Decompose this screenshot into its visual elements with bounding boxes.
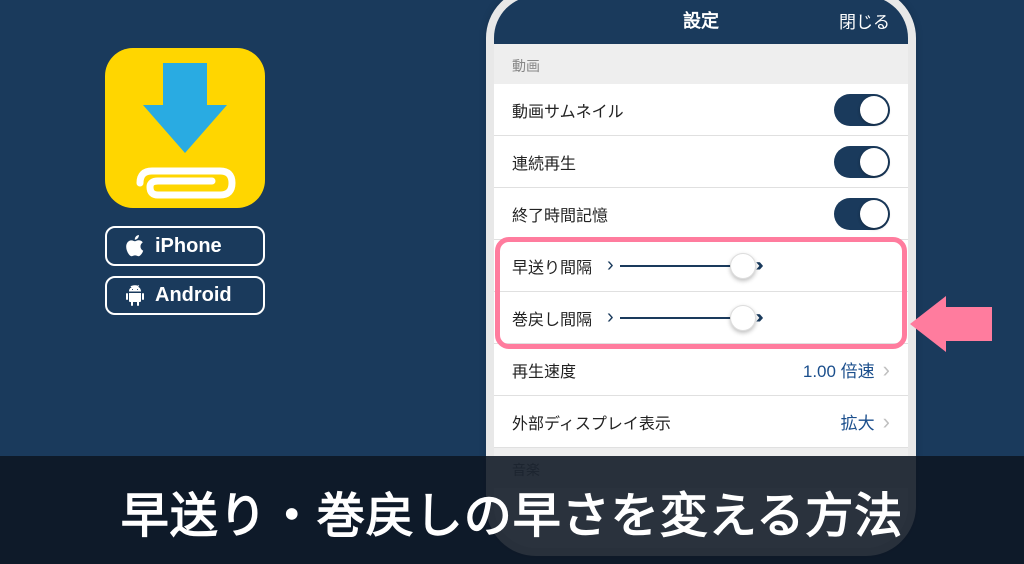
nav-title: 設定 <box>683 7 719 33</box>
iphone-badge: iPhone <box>105 226 265 266</box>
endtime-toggle[interactable] <box>834 198 890 230</box>
row-ff-interval[interactable]: 早送り間隔 › ››› <box>494 240 908 292</box>
paperclip-icon <box>130 165 240 201</box>
title-banner: 早送り・巻戻しの早さを変える方法 <box>0 456 1024 564</box>
row-rw-interval[interactable]: 巻戻し間隔 › ››› <box>494 292 908 344</box>
row-endtime[interactable]: 終了時間記憶 <box>494 188 908 240</box>
left-info: iPhone Android <box>105 48 265 315</box>
row-thumbnail[interactable]: 動画サムネイル <box>494 84 908 136</box>
callout-arrow-icon <box>910 296 992 352</box>
row-playback-speed[interactable]: 再生速度 1.00 倍速 › <box>494 344 908 396</box>
slider-knob[interactable] <box>730 305 756 331</box>
android-label: Android <box>155 284 232 307</box>
download-arrow-icon <box>143 105 227 153</box>
ff-slider[interactable] <box>620 265 750 267</box>
rw-label: 巻戻し間隔 <box>512 306 607 330</box>
chevron-triple-icon: ››› <box>756 307 759 328</box>
nav-header: 設定 閉じる <box>494 0 908 44</box>
chevron-right-icon: › <box>883 409 890 435</box>
row-ext-display[interactable]: 外部ディスプレイ表示 拡大 › <box>494 396 908 448</box>
app-icon <box>105 48 265 208</box>
iphone-label: iPhone <box>155 235 222 258</box>
speed-label: 再生速度 <box>512 358 803 382</box>
continuous-toggle[interactable] <box>834 146 890 178</box>
thumbnail-toggle[interactable] <box>834 94 890 126</box>
android-badge: Android <box>105 276 265 315</box>
close-button[interactable]: 閉じる <box>839 8 890 33</box>
speed-value: 1.00 倍速 <box>803 357 875 382</box>
ext-display-label: 外部ディスプレイ表示 <box>512 410 841 434</box>
thumbnail-label: 動画サムネイル <box>512 98 834 122</box>
row-continuous[interactable]: 連続再生 <box>494 136 908 188</box>
slider-knob[interactable] <box>730 253 756 279</box>
chevron-triple-icon: ››› <box>756 255 759 276</box>
platform-badges: iPhone Android <box>105 226 265 315</box>
chevron-right-icon: › <box>883 357 890 383</box>
ff-label: 早送り間隔 <box>512 254 607 278</box>
android-icon <box>125 285 145 307</box>
chevron-right-icon: › <box>607 254 614 277</box>
ext-display-value: 拡大 <box>841 409 875 434</box>
chevron-right-icon: › <box>607 306 614 329</box>
section-video-header: 動画 <box>494 44 908 84</box>
continuous-label: 連続再生 <box>512 150 834 174</box>
rw-slider[interactable] <box>620 317 750 319</box>
apple-icon <box>125 234 145 258</box>
endtime-label: 終了時間記憶 <box>512 202 834 226</box>
